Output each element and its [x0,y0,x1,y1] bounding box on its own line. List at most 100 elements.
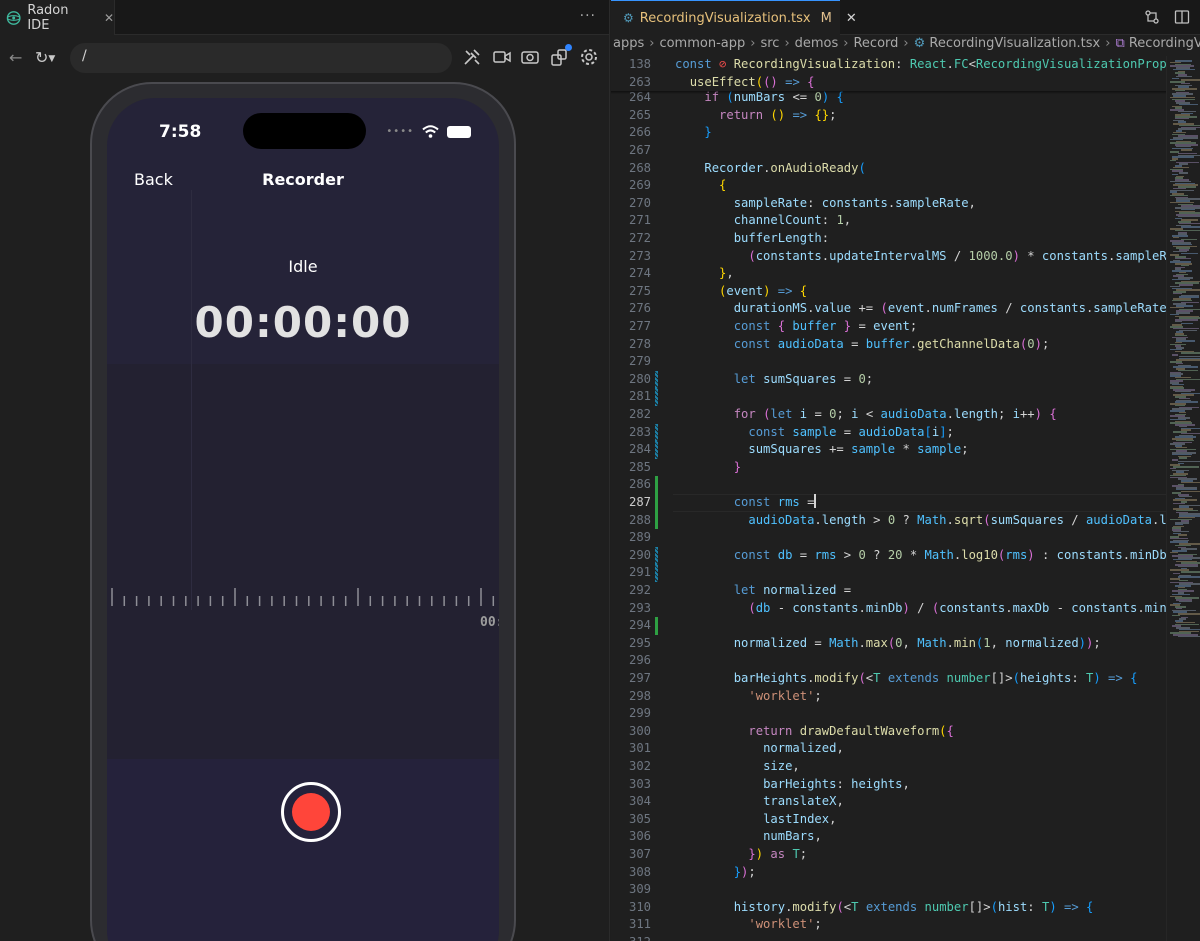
device-settings-icon[interactable] [549,44,572,67]
breadcrumb-item[interactable]: RecordingVisualization [1129,36,1200,51]
split-editor-icon[interactable] [1174,9,1190,25]
code-line[interactable]: 299 [611,705,1166,723]
code-line[interactable]: 267 [611,142,1166,160]
gear-icon[interactable] [579,47,599,67]
code-line[interactable]: 296 [611,652,1166,670]
code-line[interactable]: 283 const sample = audioData[i]; [611,423,1166,442]
code-line[interactable]: 311 'worklet'; [611,916,1166,934]
code-line[interactable]: 265 return () => {}; [611,107,1166,125]
code-line[interactable]: 306 numBars, [611,828,1166,846]
screenshot-camera-icon[interactable] [520,47,540,67]
code-line[interactable]: 312 [611,934,1166,941]
code-text: barHeights.modify(<T extends number[]>(h… [733,671,1138,685]
code-line[interactable]: 293 (db - constants.minDb) / (constants.… [611,600,1166,618]
notification-dot [565,44,572,51]
code-line[interactable]: 272 bufferLength: [611,230,1166,248]
code-line[interactable]: 278 const audioData = buffer.getChannelD… [611,336,1166,354]
code-line[interactable]: 294 [611,617,1166,635]
code-line[interactable]: 138 const ⊘ RecordingVisualization: React… [611,56,1166,74]
code-line[interactable]: 295 normalized = Math.max(0, Math.min(1,… [611,635,1166,653]
reload-icon[interactable]: ↻▼ [35,48,55,67]
code-line[interactable]: 268 Recorder.onAudioReady( [611,160,1166,178]
code-text: for (let i = 0; i < audioData.length; i+… [733,407,1057,421]
code-line[interactable]: 271 channelCount: 1, [611,212,1166,230]
line-number: 296 [628,653,651,668]
more-actions-icon[interactable]: ··· [580,8,596,24]
code-line[interactable]: 289 [611,529,1166,547]
minimap-line [1171,354,1178,356]
code-line[interactable]: 297 barHeights.modify(<T extends number[… [611,670,1166,688]
code-line[interactable]: 290 const db = rms > 0 ? 20 * Math.log10… [611,546,1166,565]
code-line[interactable]: 302 size, [611,758,1166,776]
code-line[interactable]: 281 [611,388,1166,406]
line-number: 309 [628,882,651,897]
breadcrumb-separator: › [903,36,909,51]
code-line[interactable]: 305 lastIndex, [611,811,1166,829]
code-text: size, [763,759,800,773]
code-line[interactable]: 310 history.modify(<T extends number[]>(… [611,899,1166,917]
code-line[interactable]: 279 [611,353,1166,371]
code-line[interactable]: 284 sumSquares += sample * sample; [611,441,1166,459]
phone-screen[interactable]: 7:58 •••• Back Recorder Idle 00:00:00 00… [107,98,499,941]
code-line[interactable]: 307 }) as T; [611,846,1166,864]
line-number: 269 [628,178,651,193]
code-line[interactable]: 292 let normalized = [611,582,1166,600]
minimap-line [1177,635,1200,638]
record-dot-icon [292,793,330,831]
status-icons: •••• [386,125,471,138]
code-line[interactable]: 270 sampleRate: constants.sampleRate, [611,195,1166,213]
code-line[interactable]: 298 'worklet'; [611,688,1166,706]
code-line[interactable]: 269 { [611,177,1166,195]
tab-radon-ide[interactable]: Radon IDE ✕ [0,0,115,35]
code-line[interactable]: 273 (constants.updateIntervalMS / 1000.0… [611,248,1166,266]
breadcrumb-item[interactable]: demos [795,36,839,51]
tab-recording-visualization[interactable]: ⚙ RecordingVisualization.tsx M ✕ [611,0,857,35]
cellular-signal-icon: •••• [386,126,414,137]
tab-close-icon[interactable]: ✕ [846,11,857,26]
page-title: Recorder [262,170,344,189]
back-arrow-icon[interactable]: ← [9,48,22,67]
breadcrumb-separator: › [784,36,790,51]
url-input[interactable]: / [70,43,452,73]
code-line[interactable]: 277 const { buffer } = event; [611,318,1166,336]
code-text: const audioData = buffer.getChannelData(… [733,336,1050,351]
minimap-line [1180,149,1192,151]
code-area[interactable]: 138 const ⊘ RecordingVisualization: React… [611,56,1166,941]
code-line[interactable]: 300 return drawDefaultWaveform({ [611,723,1166,741]
minimap-line [1177,576,1200,578]
code-text: useEffect(() => { [689,74,815,89]
code-line[interactable]: 275 (event) => { [611,283,1166,301]
code-text: return drawDefaultWaveform({ [748,723,954,738]
code-line[interactable]: 286 [611,476,1166,494]
tab-close-icon[interactable]: ✕ [104,11,114,25]
code-text: }); [733,864,756,879]
breadcrumb-item[interactable]: Record [853,36,898,51]
timeline-time-label: 00: [480,615,499,630]
breadcrumb-item[interactable]: apps [613,36,644,51]
record-button[interactable] [281,782,341,842]
line-number: 292 [628,583,651,597]
code-line[interactable]: 266 } [611,124,1166,142]
code-line[interactable]: 263 useEffect(() => { [611,73,1166,92]
code-line[interactable]: 282 for (let i = 0; i < audioData.length… [611,406,1166,424]
video-record-icon[interactable] [492,47,512,67]
minimap-line [1173,466,1199,468]
code-line[interactable]: 304 translateX, [611,793,1166,811]
code-line[interactable]: 308 }); [611,864,1166,882]
code-line[interactable]: 274 }, [611,265,1166,283]
code-line[interactable]: 288 audioData.length > 0 ? Math.sqrt(sum… [611,511,1166,530]
code-line[interactable]: 291 [611,564,1166,582]
code-line[interactable]: 285 } [611,459,1166,477]
breadcrumb-item[interactable]: RecordingVisualization.tsx [929,36,1100,51]
code-line[interactable]: 276 durationMS.value += (event.numFrames… [611,300,1166,318]
minimap[interactable] [1166,56,1200,941]
code-line[interactable]: 287 const rms = [611,494,1166,512]
code-line[interactable]: 303 barHeights: heights, [611,776,1166,794]
tools-icon[interactable] [462,47,482,67]
breadcrumb-item[interactable]: common-app [659,36,745,51]
code-line[interactable]: 280 let sumSquares = 0; [611,370,1166,389]
code-line[interactable]: 309 [611,881,1166,899]
breadcrumb-item[interactable]: src [760,36,779,51]
code-line[interactable]: 301 normalized, [611,740,1166,758]
compare-changes-icon[interactable] [1144,9,1160,25]
